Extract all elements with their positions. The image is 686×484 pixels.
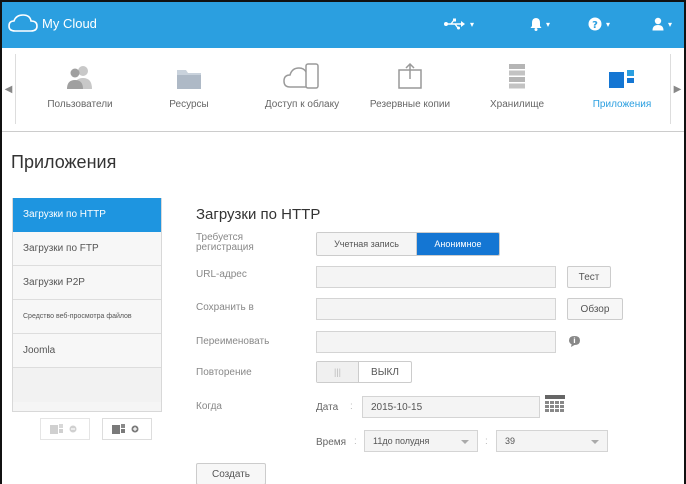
rename-input[interactable]: [316, 331, 556, 353]
repeat-toggle[interactable]: ||| ВЫКЛ: [316, 361, 412, 383]
minute-separator: :: [485, 436, 488, 447]
sidebar-item-ftp-downloads[interactable]: Загрузки по FTP: [13, 232, 161, 266]
storage-icon: [509, 64, 525, 89]
login-required-label: Требуется регистрация: [196, 232, 254, 253]
nav-item-storage[interactable]: Хранилище: [482, 58, 552, 122]
save-to-label: Сохранить в: [196, 302, 254, 313]
sidebar-item-web-file-viewer[interactable]: Средство веб-просмотра файлов: [13, 300, 161, 334]
hour-select[interactable]: 11до полудня: [364, 430, 478, 452]
minute-select-value: 39: [505, 436, 516, 446]
bell-icon: [530, 18, 542, 31]
section-title: Загрузки по HTTP: [196, 206, 321, 223]
minute-select[interactable]: 39: [496, 430, 608, 452]
usb-menu[interactable]: ▾: [444, 14, 474, 34]
nav-item-label: Пользователи: [47, 99, 113, 110]
apps-icon: [609, 70, 634, 88]
nav-item-label: Хранилище: [490, 99, 544, 110]
sidebar-item-p2p-downloads[interactable]: Загрузки P2P: [13, 266, 161, 300]
nav-item-apps[interactable]: Приложения: [582, 58, 662, 122]
repeat-toggle-value: ВЫКЛ: [371, 366, 399, 378]
chevron-down-icon: [591, 440, 599, 444]
app-title: My Cloud: [42, 16, 97, 31]
chevron-down-icon: [461, 440, 469, 444]
apps-sidebar: Загрузки по HTTP Загрузки по FTP Загрузк…: [12, 198, 162, 412]
info-icon[interactable]: i: [568, 335, 581, 348]
svg-text:i: i: [573, 337, 575, 345]
help-icon: ?: [588, 17, 602, 31]
login-option-anonymous[interactable]: Анонимное: [417, 233, 499, 255]
top-bar: My Cloud ▾ ▾ ? ▾ ▾: [2, 2, 684, 48]
chevron-left-icon: ◀: [4, 83, 13, 95]
user-icon: [652, 17, 664, 31]
nav-item-cloud-access[interactable]: Доступ к облаку: [256, 58, 348, 122]
date-separator: :: [350, 401, 353, 412]
sidebar-item-http-downloads[interactable]: Загрузки по HTTP: [13, 198, 161, 232]
chevron-down-icon: ▾: [668, 19, 673, 29]
login-option-account[interactable]: Учетная запись: [317, 233, 417, 255]
repeat-label: Повторение: [196, 367, 252, 378]
chevron-down-icon: ▾: [606, 19, 611, 29]
nav-scroll-right-button[interactable]: ▶: [670, 54, 684, 124]
sidebar-item-joomla[interactable]: Joomla: [13, 334, 161, 368]
shares-icon: [177, 70, 201, 89]
help-menu[interactable]: ? ▾: [588, 14, 610, 34]
nav-item-backups[interactable]: Резервные копии: [360, 58, 460, 122]
create-button[interactable]: Создать: [196, 463, 266, 484]
chevron-right-icon: ▶: [673, 83, 682, 95]
date-label: Дата: [316, 402, 339, 413]
rename-label: Переименовать: [196, 336, 270, 347]
chevron-down-icon: ▾: [470, 19, 475, 29]
browse-button[interactable]: Обзор: [567, 298, 623, 320]
date-input[interactable]: 2015-10-15: [362, 396, 540, 418]
main-navigation: ◀ Пользователи Ресурсы Доступ к облаку Р…: [2, 54, 684, 132]
login-mode-segmented-control: Учетная запись Анонимное: [316, 232, 500, 256]
time-separator: :: [354, 436, 357, 447]
notifications-menu[interactable]: ▾: [530, 14, 550, 34]
user-menu[interactable]: ▾: [652, 14, 672, 34]
app-window: My Cloud ▾ ▾ ? ▾ ▾ ◀ Пользователи Ресурс…: [0, 0, 686, 484]
nav-item-users[interactable]: Пользователи: [36, 58, 124, 122]
svg-text:?: ?: [592, 20, 598, 31]
hour-select-value: 11до полудня: [373, 436, 430, 446]
usb-icon: [444, 18, 465, 30]
nav-item-label: Приложения: [592, 99, 652, 110]
nav-item-label: Резервные копии: [369, 99, 451, 110]
calendar-icon[interactable]: [544, 394, 566, 414]
add-app-button[interactable]: [102, 418, 152, 440]
nav-scroll-left-button[interactable]: ◀: [2, 54, 16, 124]
remove-app-button[interactable]: [40, 418, 90, 440]
url-label: URL-адрес: [196, 269, 247, 280]
test-button[interactable]: Тест: [567, 266, 611, 288]
app-remove-icon: [50, 424, 77, 434]
nav-item-label: Доступ к облаку: [264, 99, 340, 110]
nav-item-label: Ресурсы: [169, 99, 209, 110]
when-label: Когда: [196, 401, 222, 412]
chevron-down-icon: ▾: [546, 19, 551, 29]
sidebar-empty-slot: [13, 368, 161, 402]
toggle-knob: |||: [317, 362, 359, 382]
cloud-logo-icon: [8, 14, 38, 32]
app-add-icon: [112, 424, 139, 434]
url-input[interactable]: [316, 266, 556, 288]
users-icon: [67, 66, 92, 89]
save-to-input[interactable]: [316, 298, 556, 320]
backup-icon: [398, 62, 422, 89]
nav-item-shares[interactable]: Ресурсы: [160, 58, 218, 122]
time-label: Время: [316, 437, 347, 448]
page-title: Приложения: [11, 152, 117, 172]
cloud-access-icon: [283, 63, 319, 89]
